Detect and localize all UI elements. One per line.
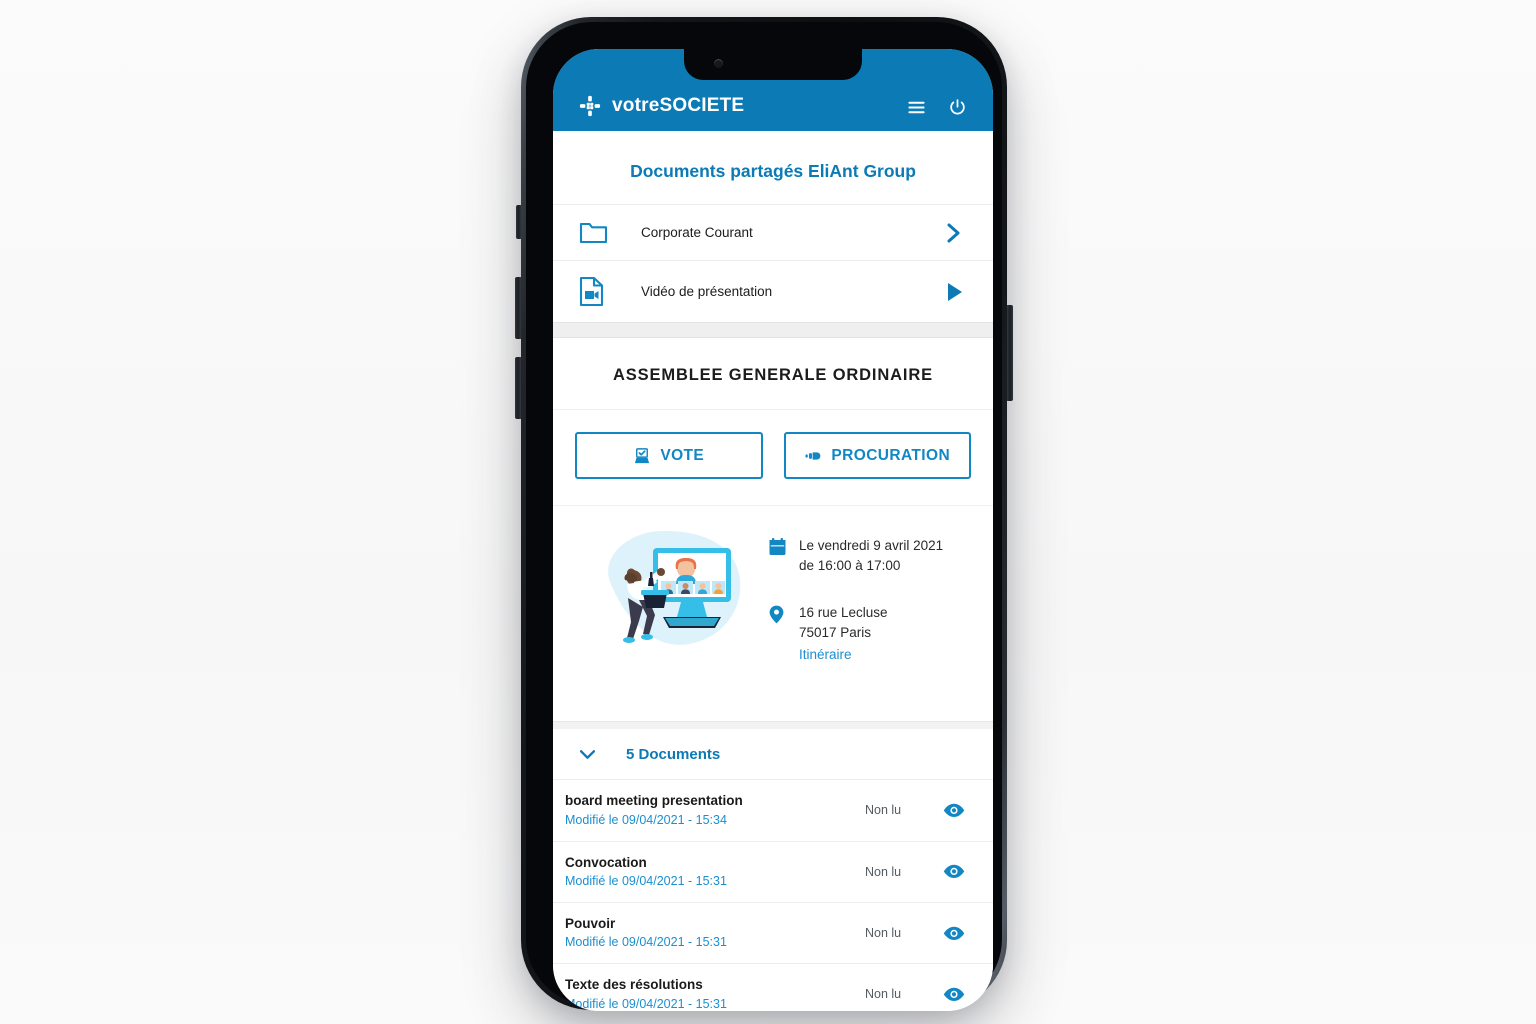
hamburger-menu-icon[interactable] — [907, 98, 926, 117]
meeting-address-text: 16 rue Lecluse 75017 Paris Itinéraire — [799, 603, 888, 666]
front-camera-icon — [714, 59, 723, 68]
meeting-actions: VOTE PROCURATION — [553, 409, 993, 505]
documents-header[interactable]: 5 Documents — [553, 729, 993, 779]
meeting-date: Le vendredi 9 avril 2021 — [799, 538, 944, 553]
document-name: Convocation — [565, 854, 647, 870]
eye-icon[interactable] — [939, 926, 969, 941]
document-status: Non lu — [865, 864, 902, 879]
document-info: Pouvoir Modifié le 09/04/2021 - 15:31 — [565, 914, 865, 952]
vote-button-label: VOTE — [660, 446, 705, 464]
address-line-1: 16 rue Lecluse — [799, 604, 888, 620]
table-row[interactable]: Texte des résolutions Modifié le 09/04/2… — [553, 963, 993, 1011]
document-name: board meeting presentation — [565, 793, 743, 809]
phone-screen: votreSOCIETE Documents partagés EliAnt G… — [553, 49, 993, 1011]
file-row-corporate-courant[interactable]: Corporate Courant — [553, 204, 993, 260]
file-row-video-presentation[interactable]: Vidéo de présentation — [553, 260, 993, 322]
meeting-title: ASSEMBLEE GENERALE ORDINAIRE — [613, 366, 933, 384]
document-modified[interactable]: Modifié le 09/04/2021 - 15:34 — [565, 811, 865, 830]
phone-frame: votreSOCIETE Documents partagés EliAnt G… — [521, 17, 1007, 1011]
document-modified[interactable]: Modifié le 09/04/2021 - 15:31 — [565, 872, 865, 891]
brand[interactable]: votreSOCIETE — [579, 95, 744, 117]
pointing-hand-icon — [804, 447, 822, 465]
eye-icon[interactable] — [939, 803, 969, 818]
power-icon[interactable] — [948, 98, 967, 117]
document-status: Non lu — [865, 987, 902, 1002]
table-row[interactable]: Convocation Modifié le 09/04/2021 - 15:3… — [553, 840, 993, 902]
document-name: Texte des résolutions — [565, 977, 703, 993]
section-divider — [553, 322, 993, 338]
chevron-down-icon[interactable] — [579, 749, 596, 760]
play-icon[interactable] — [941, 281, 967, 303]
document-name: Pouvoir — [565, 915, 616, 931]
meeting-details: Le vendredi 9 avril 2021 de 16:00 à 17:0… — [763, 522, 973, 691]
meeting-time: de 16:00 à 17:00 — [799, 558, 901, 574]
documents-section: 5 Documents board meeting presentation M… — [553, 729, 993, 1011]
brand-name: votreSOCIETE — [612, 95, 745, 116]
video-file-icon — [579, 276, 609, 307]
meeting-section: ASSEMBLEE GENERALE ORDINAIRE VOTE PROCUR… — [553, 338, 993, 722]
document-info: Texte des résolutions Modifié le 09/04/2… — [565, 975, 865, 1011]
document-info: board meeting presentation Modifié le 09… — [565, 791, 865, 829]
meeting-info: Le vendredi 9 avril 2021 de 16:00 à 17:0… — [553, 505, 993, 721]
document-status: Non lu — [865, 926, 902, 941]
file-label: Vidéo de présentation — [641, 284, 773, 299]
file-label: Corporate Courant — [641, 225, 753, 240]
document-status: Non lu — [865, 803, 902, 818]
procuration-button[interactable]: PROCURATION — [783, 432, 971, 479]
phone-bezel: votreSOCIETE Documents partagés EliAnt G… — [526, 22, 1002, 1011]
eye-icon[interactable] — [939, 864, 969, 879]
calendar-icon — [769, 536, 786, 577]
folder-icon — [579, 220, 609, 245]
documents-divider — [553, 721, 993, 730]
phone-notch — [684, 49, 862, 80]
shared-documents-section: Documents partagés EliAnt Group Corporat… — [553, 131, 993, 322]
document-modified[interactable]: Modifié le 09/04/2021 - 15:31 — [565, 995, 865, 1011]
video-conference-illustration — [573, 522, 763, 691]
meeting-datetime-text: Le vendredi 9 avril 2021 de 16:00 à 17:0… — [799, 536, 943, 577]
table-row[interactable]: board meeting presentation Modifié le 09… — [553, 779, 993, 840]
phone-power-button[interactable] — [1006, 305, 1013, 401]
procuration-button-label: PROCURATION — [831, 446, 951, 464]
page-title: Documents partagés EliAnt Group — [630, 161, 916, 181]
document-info: Convocation Modifié le 09/04/2021 - 15:3… — [565, 853, 865, 891]
vote-button[interactable]: VOTE — [575, 432, 763, 479]
chevron-right-icon[interactable] — [941, 222, 967, 244]
table-row[interactable]: Pouvoir Modifié le 09/04/2021 - 15:31 No… — [553, 901, 993, 963]
address-line-2: 75017 Paris — [799, 624, 872, 640]
map-pin-icon — [769, 603, 786, 666]
document-modified[interactable]: Modifié le 09/04/2021 - 15:31 — [565, 933, 865, 952]
pinwheel-logo-icon — [579, 95, 601, 117]
meeting-datetime: Le vendredi 9 avril 2021 de 16:00 à 17:0… — [769, 536, 973, 577]
directions-link[interactable]: Itinéraire — [799, 645, 888, 665]
ballot-box-icon — [633, 447, 651, 465]
header-actions — [907, 98, 967, 117]
eye-icon[interactable] — [939, 987, 969, 1002]
documents-count-label: 5 Documents — [626, 746, 721, 764]
meeting-location: 16 rue Lecluse 75017 Paris Itinéraire — [769, 603, 973, 666]
